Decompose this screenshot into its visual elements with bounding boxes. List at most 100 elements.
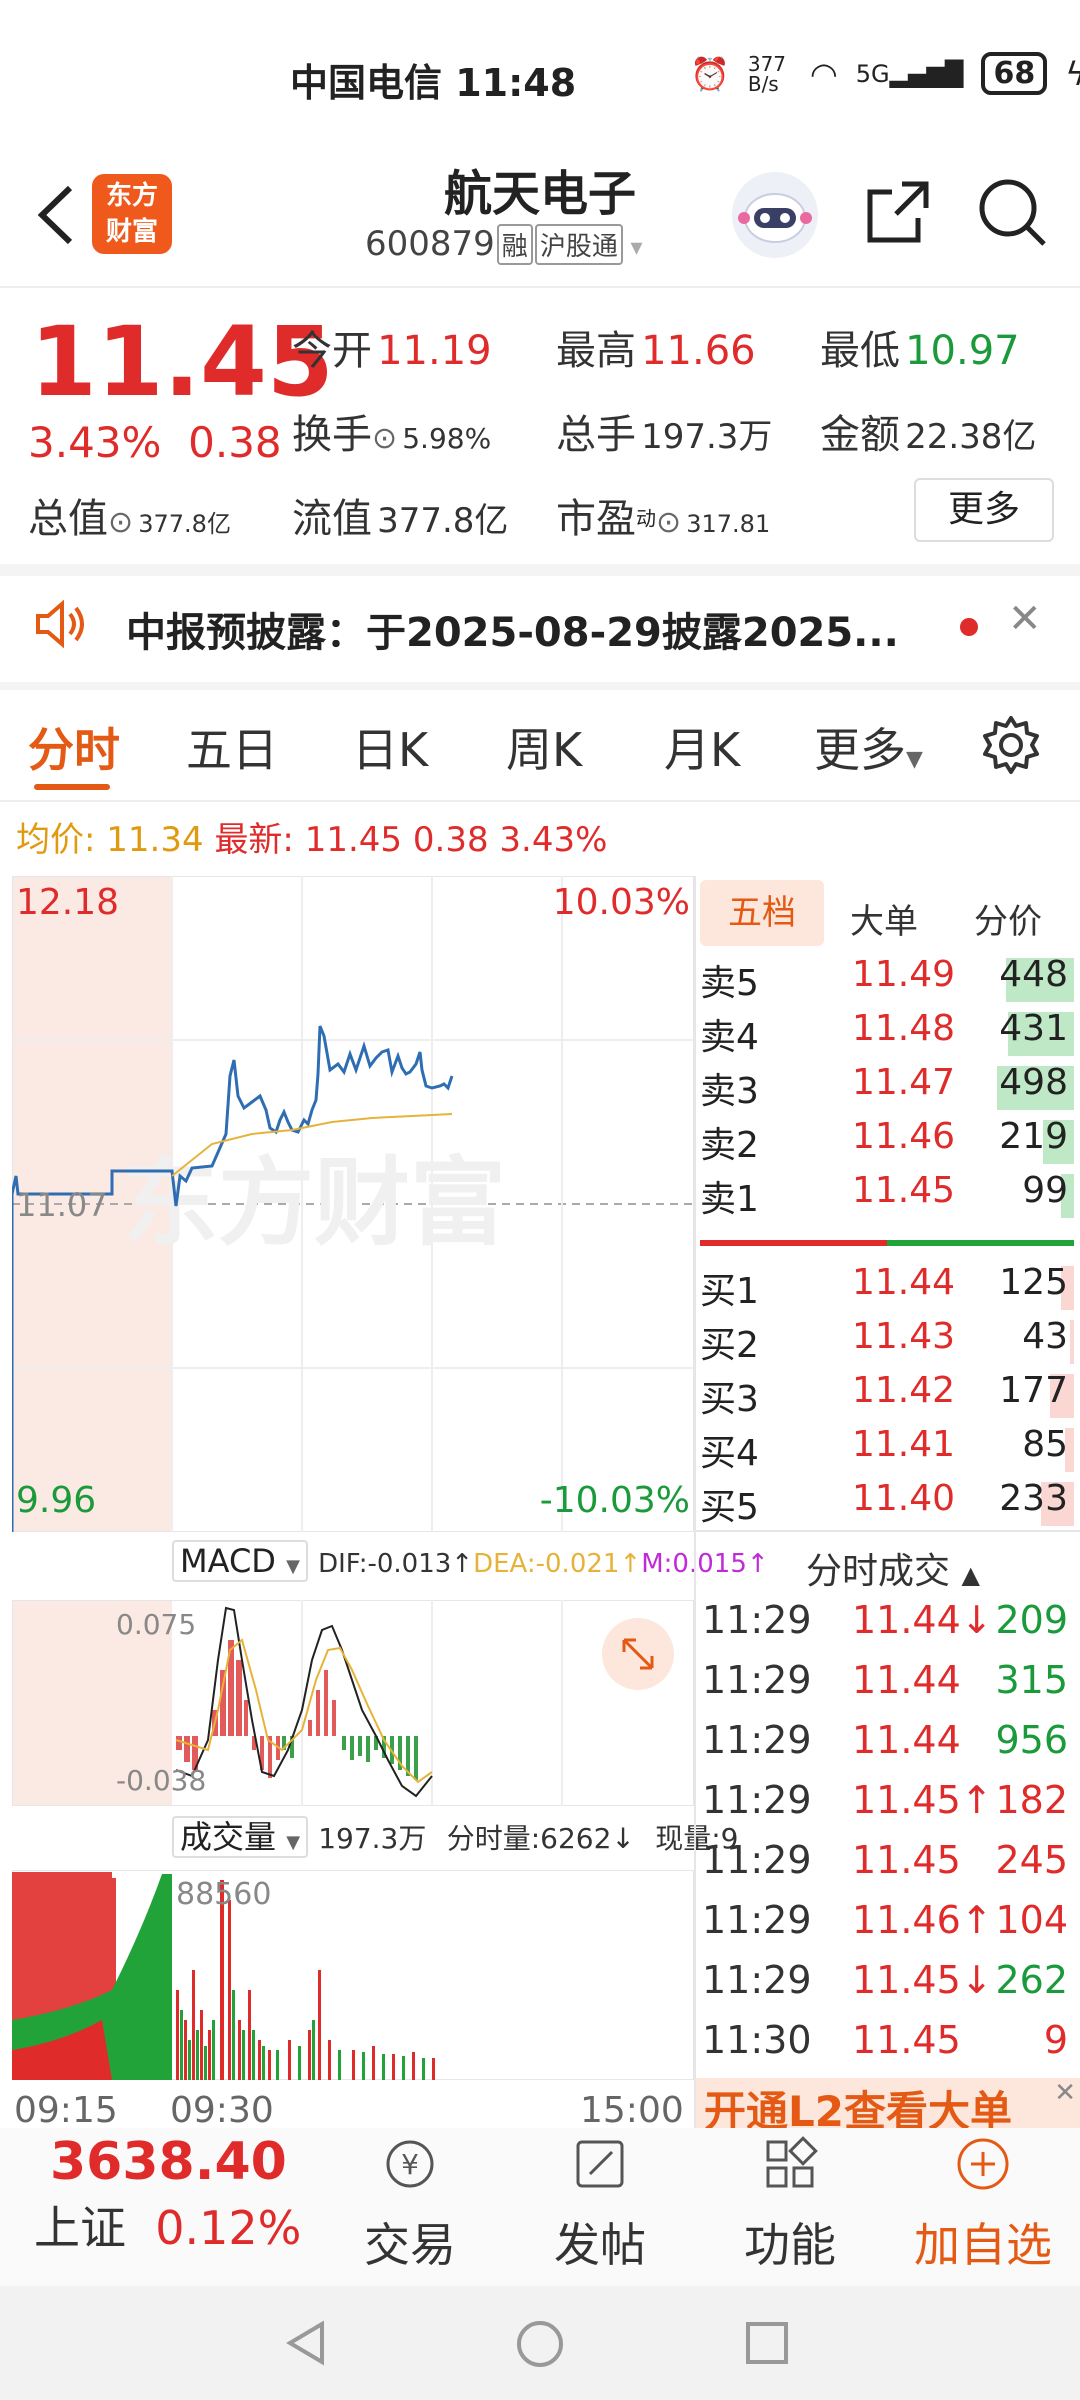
nav-trade[interactable]: ¥ 交易 (350, 2134, 470, 2275)
trade-price: 11.45↑ (852, 1778, 993, 1822)
tab-five-levels[interactable]: 五档 (700, 880, 824, 946)
settings-gear-icon[interactable] (980, 714, 1042, 776)
volume-label: 总手 (556, 412, 636, 458)
high-value: 11.66 (641, 328, 756, 374)
trade-row: 11:30 11.45 9 (700, 2018, 1074, 2078)
ask-level-volume: 219 (999, 1116, 1068, 1157)
notice-bar[interactable]: 中报预披露：于2025-08-29披露2025... ✕ (0, 568, 1080, 680)
nav-add-watchlist[interactable]: 加自选 (898, 2134, 1068, 2275)
volume-selector[interactable]: 成交量 ▼ (172, 1816, 309, 1858)
low-value: 10.97 (905, 328, 1020, 374)
index-ticker[interactable]: 3638.40 上证 0.12% (34, 2132, 334, 2258)
l2-banner-text: 开通L2查看大单 (704, 2087, 1012, 2132)
l2-banner[interactable]: 开通L2查看大单 ✕ (696, 2078, 1080, 2132)
tab-5day[interactable]: 五日 (186, 714, 278, 780)
open-label: 今开 (292, 328, 372, 374)
info-icon[interactable]: ⊙ (108, 505, 133, 540)
volume-chart[interactable]: 88560 (12, 1870, 694, 2080)
time-end: 15:00 (580, 2090, 684, 2131)
trade-volume: 209 (995, 1598, 1068, 1642)
price-info-line: 均价: 11.34 最新: 11.45 0.38 3.43% (16, 812, 607, 861)
bid-level-row[interactable]: 买3 11.42 177 (700, 1370, 1074, 1424)
dropdown-icon[interactable]: ▾ (623, 233, 642, 261)
net-speed: 377 B/s (747, 51, 787, 96)
ask-level-price: 11.49 (852, 954, 956, 995)
macd-selector[interactable]: MACD ▼ (172, 1540, 308, 1582)
ask-level-row[interactable]: 卖3 11.47 498 (700, 1062, 1074, 1116)
trade-price: 11.46↑ (852, 1898, 993, 1942)
share-icon[interactable] (858, 172, 938, 252)
status-bar: 中国电信 11:48 ⏰ 377 B/s ◠ 5G▂▄▆█ 68 ϟ (0, 0, 1080, 150)
ask-level-row[interactable]: 卖1 11.45 99 (700, 1170, 1074, 1224)
bid-level-row[interactable]: 买1 11.44 125 (700, 1262, 1074, 1316)
close-icon[interactable]: ✕ (1008, 596, 1042, 642)
trade-price: 11.44↓ (852, 1598, 993, 1642)
high-label: 最高 (556, 328, 636, 374)
tab-weekly[interactable]: 周K (506, 714, 582, 780)
intraday-price-chart[interactable]: 东方财富 12.18 10.03% 11.07 9.96 -10.03% (12, 876, 694, 1532)
bid-volume-bar (1069, 1320, 1074, 1364)
trades-title[interactable]: 分时成交 ▲ (806, 1542, 980, 1594)
macd-chart[interactable]: 0.075 -0.038 (12, 1600, 694, 1806)
time-start: 09:15 (14, 2090, 118, 2131)
search-icon[interactable] (972, 172, 1052, 252)
ai-assistant-icon[interactable] (732, 172, 818, 258)
trade-price: 11.44 (852, 1658, 961, 1702)
ask-level-row[interactable]: 卖4 11.48 431 (700, 1008, 1074, 1062)
eastmoney-logo: 东方 财富 (92, 174, 172, 254)
bid-level-volume: 177 (999, 1370, 1068, 1411)
bid-level-price: 11.44 (852, 1262, 956, 1303)
tab-price-dist[interactable]: 分价 (974, 894, 1042, 943)
home-circle-icon[interactable] (514, 2318, 566, 2370)
trade-price: 11.45↓ (852, 1958, 993, 2002)
tab-more-label: 更多 (814, 723, 906, 777)
index-value: 3638.40 (50, 2132, 287, 2192)
tab-monthly[interactable]: 月K (664, 714, 740, 780)
turnover-value: 5.98% (402, 422, 492, 455)
bid-level-row[interactable]: 买4 11.41 85 (700, 1424, 1074, 1478)
nav-functions[interactable]: 功能 (730, 2134, 850, 2275)
tab-big-orders[interactable]: 大单 (850, 894, 918, 943)
dea-value: DEA:-0.021↑ (473, 1549, 642, 1579)
ask-level-label: 卖2 (700, 1125, 759, 1166)
axis-mid-price: 11.07 (16, 1186, 108, 1224)
bid-ask-ratio-bar (700, 1240, 1074, 1246)
ask-level-price: 11.48 (852, 1008, 956, 1049)
ask-level-row[interactable]: 卖5 11.49 448 (700, 954, 1074, 1008)
yen-exchange-icon: ¥ (386, 2140, 434, 2188)
tab-more[interactable]: 更多▼ (814, 714, 923, 780)
ask-level-row[interactable]: 卖2 11.46 219 (700, 1116, 1074, 1170)
info-icon[interactable]: ⊙ (372, 421, 397, 456)
stock-code-line: 600879 融沪股通 ▾ (365, 224, 643, 265)
ask-level-volume: 431 (999, 1008, 1068, 1049)
bid-level-row[interactable]: 买2 11.43 43 (700, 1316, 1074, 1370)
trade-volume: 104 (995, 1898, 1068, 1942)
tab-daily[interactable]: 日K (352, 714, 428, 780)
tab-intraday[interactable]: 分时 (28, 714, 120, 780)
active-tab-indicator (34, 784, 110, 790)
nav-add-watchlist-label: 加自选 (914, 2218, 1052, 2272)
divider (0, 286, 1080, 288)
open-value: 11.19 (377, 328, 492, 374)
more-button[interactable]: 更多 (914, 478, 1054, 542)
trade-price: 11.44 (852, 1718, 961, 1762)
chevron-down-icon: ▼ (286, 1556, 300, 1577)
divider (0, 682, 1080, 690)
open-field: 今开 11.19 (292, 318, 492, 376)
ask-level-price: 11.45 (852, 1170, 956, 1211)
m-value: M:0.015↑ (641, 1549, 769, 1579)
battery-icon: 68 (981, 52, 1048, 95)
bid-level-row[interactable]: 买5 11.40 233 (700, 1478, 1074, 1532)
trade-time: 11:29 (702, 1838, 812, 1882)
info-icon[interactable]: ⊙ (656, 505, 681, 540)
back-arrow-icon[interactable] (28, 180, 88, 250)
back-triangle-icon[interactable] (282, 2318, 332, 2368)
mktcap-field: 总值⊙ 377.8亿 (28, 486, 231, 544)
axis-top-pct: 10.03% (553, 882, 690, 923)
amount-label: 金额 (820, 412, 900, 458)
trade-time: 11:29 (702, 1778, 812, 1822)
recents-square-icon[interactable] (742, 2318, 792, 2368)
nav-post[interactable]: 发帖 (540, 2134, 660, 2275)
close-icon[interactable]: ✕ (1054, 2078, 1076, 2108)
carrier-time: 中国电信 11:48 (290, 61, 577, 105)
